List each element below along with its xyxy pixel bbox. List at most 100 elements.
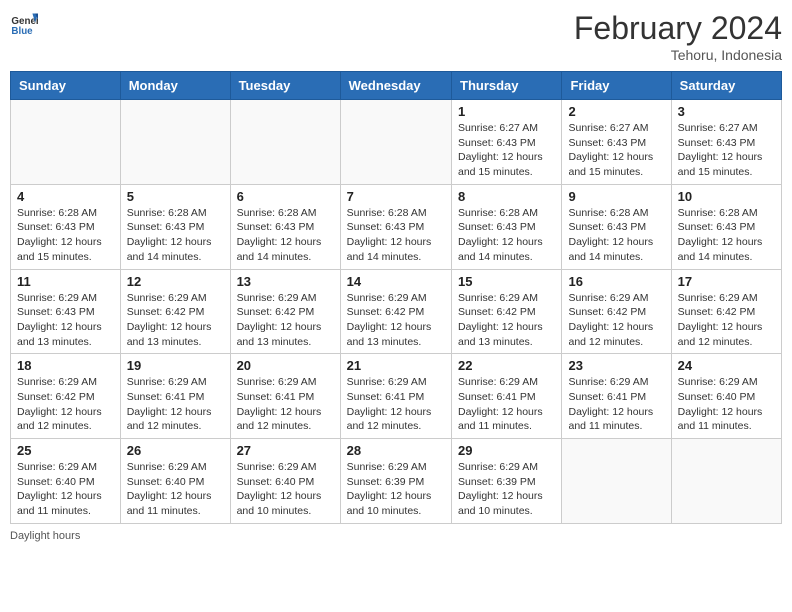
day-number: 29 [458,443,555,458]
table-row [562,439,671,524]
table-row: 1 Sunrise: 6:27 AM Sunset: 6:43 PM Daylig… [452,100,562,185]
table-row [340,100,451,185]
day-number: 19 [127,358,224,373]
table-row: 29Sunrise: 6:29 AM Sunset: 6:39 PM Dayli… [452,439,562,524]
calendar-week-3: 11 Sunrise: 6:29 AM Sunset: 6:43 PM Dayli… [11,269,782,354]
calendar-week-5: 25 Sunrise: 6:29 AM Sunset: 6:40 PM Dayli… [11,439,782,524]
day-number: 2 [568,104,664,119]
table-row: 19 Sunrise: 6:29 AM Sunset: 6:41 PM Dayli… [120,354,230,439]
page-header: General Blue February 2024 Tehoru, Indon… [10,10,782,63]
day-info: Sunrise: 6:29 AM Sunset: 6:42 PM Dayligh… [458,291,555,350]
day-number: 3 [678,104,775,119]
day-number: 5 [127,189,224,204]
day-info: Sunrise: 6:29 AM Sunset: 6:40 PM Dayligh… [17,460,114,519]
col-saturday: Saturday [671,72,781,100]
day-info: Sunrise: 6:29 AM Sunset: 6:41 PM Dayligh… [127,375,224,434]
day-info: Sunrise: 6:29 AM Sunset: 6:39 PM Dayligh… [347,460,445,519]
day-number: 20 [237,358,334,373]
main-title: February 2024 [574,10,782,47]
table-row: 24Sunrise: 6:29 AM Sunset: 6:40 PM Dayli… [671,354,781,439]
table-row [11,100,121,185]
table-row: 15 Sunrise: 6:29 AM Sunset: 6:42 PM Dayli… [452,269,562,354]
day-number: 16 [568,274,664,289]
day-number: 1 [458,104,555,119]
table-row: 22Sunrise: 6:29 AM Sunset: 6:41 PM Dayli… [452,354,562,439]
col-monday: Monday [120,72,230,100]
day-number: 15 [458,274,555,289]
day-number: 21 [347,358,445,373]
day-info: Sunrise: 6:29 AM Sunset: 6:42 PM Dayligh… [17,375,114,434]
table-row: 25 Sunrise: 6:29 AM Sunset: 6:40 PM Dayli… [11,439,121,524]
day-number: 14 [347,274,445,289]
day-info: Sunrise: 6:27 AM Sunset: 6:43 PM Dayligh… [568,121,664,180]
table-row: 12 Sunrise: 6:29 AM Sunset: 6:42 PM Dayli… [120,269,230,354]
day-number: 13 [237,274,334,289]
table-row: 18 Sunrise: 6:29 AM Sunset: 6:42 PM Dayli… [11,354,121,439]
day-info: Sunrise: 6:28 AM Sunset: 6:43 PM Dayligh… [347,206,445,265]
day-number: 27 [237,443,334,458]
day-info: Sunrise: 6:28 AM Sunset: 6:43 PM Dayligh… [678,206,775,265]
subtitle: Tehoru, Indonesia [574,47,782,63]
day-number: 7 [347,189,445,204]
day-info: Sunrise: 6:28 AM Sunset: 6:43 PM Dayligh… [237,206,334,265]
table-row: 4Sunrise: 6:28 AM Sunset: 6:43 PM Daylig… [11,184,121,269]
day-info: Sunrise: 6:29 AM Sunset: 6:41 PM Dayligh… [237,375,334,434]
day-info: Sunrise: 6:29 AM Sunset: 6:42 PM Dayligh… [237,291,334,350]
day-number: 4 [17,189,114,204]
day-info: Sunrise: 6:28 AM Sunset: 6:43 PM Dayligh… [458,206,555,265]
day-info: Sunrise: 6:29 AM Sunset: 6:40 PM Dayligh… [237,460,334,519]
table-row: 6 Sunrise: 6:28 AM Sunset: 6:43 PM Daylig… [230,184,340,269]
day-number: 25 [17,443,114,458]
day-info: Sunrise: 6:29 AM Sunset: 6:42 PM Dayligh… [678,291,775,350]
day-info: Sunrise: 6:27 AM Sunset: 6:43 PM Dayligh… [458,121,555,180]
calendar-table: Sunday Monday Tuesday Wednesday Thursday… [10,71,782,524]
day-info: Sunrise: 6:29 AM Sunset: 6:41 PM Dayligh… [458,375,555,434]
day-info: Sunrise: 6:29 AM Sunset: 6:42 PM Dayligh… [127,291,224,350]
day-number: 9 [568,189,664,204]
table-row: 26Sunrise: 6:29 AM Sunset: 6:40 PM Dayli… [120,439,230,524]
day-info: Sunrise: 6:29 AM Sunset: 6:43 PM Dayligh… [17,291,114,350]
table-row: 27 Sunrise: 6:29 AM Sunset: 6:40 PM Dayli… [230,439,340,524]
day-info: Sunrise: 6:29 AM Sunset: 6:40 PM Dayligh… [127,460,224,519]
svg-text:Blue: Blue [11,26,33,37]
day-number: 10 [678,189,775,204]
calendar-week-2: 4 Sunrise: 6:28 AM Sunset: 6:43 PM Daylig… [11,184,782,269]
day-info: Sunrise: 6:28 AM Sunset: 6:43 PM Dayligh… [568,206,664,265]
day-number: 17 [678,274,775,289]
col-sunday: Sunday [11,72,121,100]
day-number: 18 [17,358,114,373]
table-row: 20 Sunrise: 6:29 AM Sunset: 6:41 PM Dayli… [230,354,340,439]
day-info: Sunrise: 6:29 AM Sunset: 6:41 PM Dayligh… [347,375,445,434]
day-number: 6 [237,189,334,204]
table-row: 8 Sunrise: 6:28 AM Sunset: 6:43 PM Daylig… [452,184,562,269]
day-number: 8 [458,189,555,204]
table-row [120,100,230,185]
day-info: Sunrise: 6:29 AM Sunset: 6:40 PM Dayligh… [678,375,775,434]
table-row: 9 Sunrise: 6:28 AM Sunset: 6:43 PM Daylig… [562,184,671,269]
table-row: 13 Sunrise: 6:29 AM Sunset: 6:42 PM Dayli… [230,269,340,354]
col-wednesday: Wednesday [340,72,451,100]
table-row: 10 Sunrise: 6:28 AM Sunset: 6:43 PM Dayli… [671,184,781,269]
table-row: 3 Sunrise: 6:27 AM Sunset: 6:43 PM Daylig… [671,100,781,185]
title-area: February 2024 Tehoru, Indonesia [574,10,782,63]
logo: General Blue [10,10,38,38]
day-number: 11 [17,274,114,289]
table-row: 16Sunrise: 6:29 AM Sunset: 6:42 PM Dayli… [562,269,671,354]
table-row: 7 Sunrise: 6:28 AM Sunset: 6:43 PM Daylig… [340,184,451,269]
day-info: Sunrise: 6:29 AM Sunset: 6:42 PM Dayligh… [347,291,445,350]
table-row: 2 Sunrise: 6:27 AM Sunset: 6:43 PM Daylig… [562,100,671,185]
col-friday: Friday [562,72,671,100]
footer-note: Daylight hours [10,530,782,542]
table-row: 5Sunrise: 6:28 AM Sunset: 6:43 PM Daylig… [120,184,230,269]
day-info: Sunrise: 6:29 AM Sunset: 6:41 PM Dayligh… [568,375,664,434]
logo-icon: General Blue [10,10,38,38]
day-number: 23 [568,358,664,373]
table-row: 17 Sunrise: 6:29 AM Sunset: 6:42 PM Dayli… [671,269,781,354]
calendar-header-row: Sunday Monday Tuesday Wednesday Thursday… [11,72,782,100]
day-number: 28 [347,443,445,458]
table-row: 28 Sunrise: 6:29 AM Sunset: 6:39 PM Dayli… [340,439,451,524]
table-row [230,100,340,185]
day-number: 12 [127,274,224,289]
table-row [671,439,781,524]
day-info: Sunrise: 6:27 AM Sunset: 6:43 PM Dayligh… [678,121,775,180]
